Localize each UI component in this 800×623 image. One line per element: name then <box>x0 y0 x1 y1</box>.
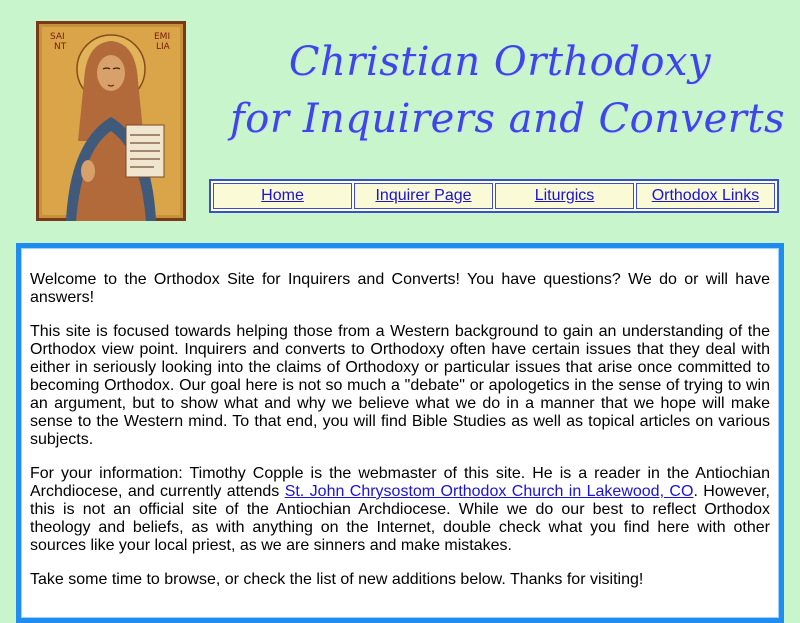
site-title-line2: for Inquirers and Converts <box>230 96 785 142</box>
browse-paragraph: Take some time to browse, or check the l… <box>30 571 644 588</box>
svg-text:SAI: SAI <box>50 32 65 42</box>
webmaster-paragraph: For your information: Timothy Copple is … <box>30 465 770 555</box>
focus-paragraph: This site is focused towards helping tho… <box>30 323 770 448</box>
svg-text:EMI: EMI <box>154 32 170 42</box>
church-link[interactable]: St. John Chrysostom Orthodox Church in L… <box>285 483 694 500</box>
main-nav: Home Inquirer Page Liturgics Orthodox Li… <box>209 179 779 213</box>
svg-text:LIA: LIA <box>156 42 171 52</box>
site-title-line1: Christian Orthodoxy <box>288 39 712 85</box>
saint-emilia-icon: SAI NT EMI LIA <box>36 21 186 221</box>
svg-text:NT: NT <box>54 42 67 52</box>
nav-link-orthodox-links[interactable]: Orthodox Links <box>636 183 775 209</box>
nav-link-liturgics[interactable]: Liturgics <box>495 183 634 209</box>
welcome-paragraph: Welcome to the Orthodox Site for Inquire… <box>30 271 770 306</box>
main-content: Welcome to the Orthodox Site for Inquire… <box>16 243 784 623</box>
site-title: Christian Orthodoxy for Inquirers and Co… <box>200 34 800 148</box>
nav-link-inquirer-page[interactable]: Inquirer Page <box>354 183 493 209</box>
nav-link-home[interactable]: Home <box>213 183 352 209</box>
